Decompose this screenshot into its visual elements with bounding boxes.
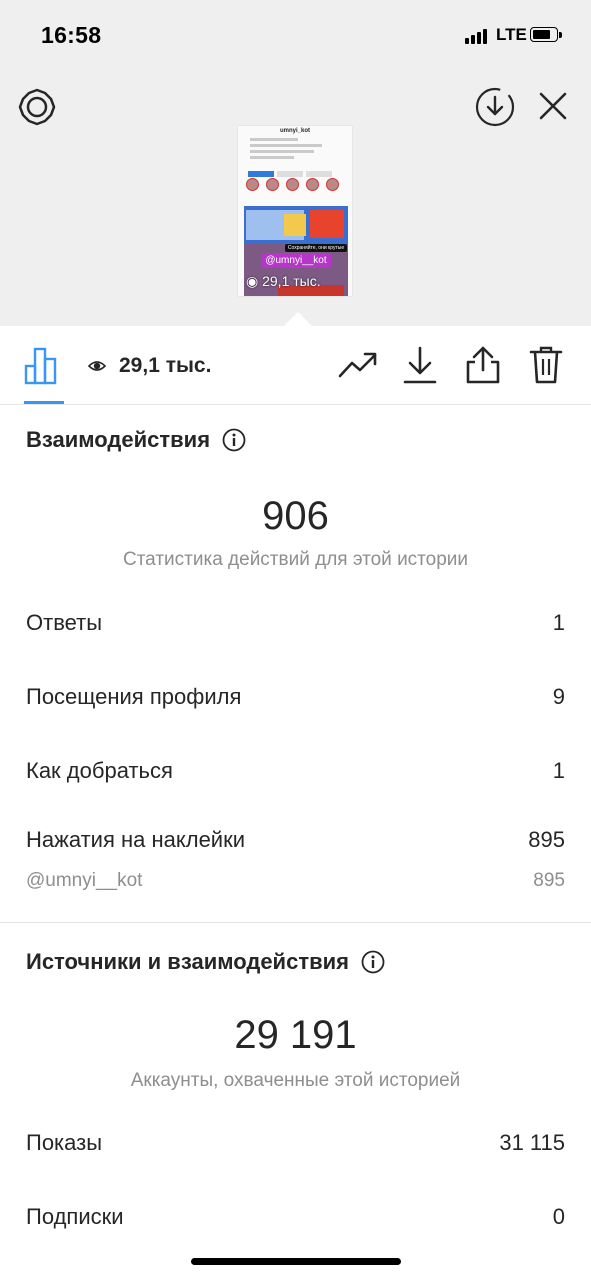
stat-label: @umnyi__kot — [26, 870, 143, 891]
info-icon[interactable] — [222, 428, 246, 452]
stat-label: Посещения профиля — [26, 684, 242, 709]
discovery-total: 29 191 — [234, 1013, 357, 1057]
views-summary: 29,1 тыс. — [88, 354, 211, 378]
views-count: 29,1 тыс. — [119, 354, 212, 377]
status-bar: 16:58 LTE — [0, 0, 591, 70]
share-button[interactable] — [462, 344, 504, 386]
save-story-button[interactable] — [473, 85, 517, 129]
interactions-title: Взаимодействия — [26, 427, 211, 452]
stat-label: Показы — [26, 1130, 103, 1155]
story-preview-area: 16:58 LTE umnyi_kot Сохраняйте, они крут… — [0, 0, 591, 326]
mention-sticker: @umnyi__kot — [261, 253, 331, 268]
interactions-caption: Статистика действий для этой истории — [122, 549, 469, 570]
stat-row-profile-visits[interactable]: Посещения профиля 9 — [26, 684, 565, 710]
stat-value: 895 — [528, 827, 565, 852]
download-icon — [403, 346, 437, 384]
stat-row-directions[interactable]: Как добраться 1 — [26, 758, 565, 784]
delete-button[interactable] — [525, 344, 567, 386]
thumbnail-caption-sticker: Сохраняйте, они крутые — [285, 244, 347, 252]
stat-label: Нажатия на наклейки — [26, 827, 246, 852]
bar-chart-icon — [24, 347, 57, 385]
discovery-header: Источники и взаимодействия — [26, 949, 385, 975]
stat-label: Подписки — [26, 1204, 124, 1229]
share-icon — [466, 346, 500, 384]
active-tab-indicator — [24, 401, 64, 404]
discovery-caption: Аккаунты, охваченные этой историей — [130, 1070, 461, 1091]
thumbnail-pointer — [284, 312, 312, 326]
status-time: 16:58 — [41, 22, 102, 48]
stat-value: 1 — [552, 758, 565, 783]
thumbnail-bio — [250, 138, 330, 162]
stat-row-replies[interactable]: Ответы 1 — [26, 610, 565, 636]
stat-row-follows[interactable]: Подписки 0 — [26, 1204, 565, 1230]
info-icon[interactable] — [361, 950, 385, 974]
interactions-header: Взаимодействия — [26, 427, 246, 453]
thumbnail-highlights — [246, 178, 346, 192]
settings-icon — [18, 88, 56, 126]
interactions-total: 906 — [262, 494, 329, 538]
thumbnail-username: umnyi_kot — [279, 128, 310, 134]
stat-subrow-mention[interactable]: @umnyi__kot 895 — [26, 870, 565, 892]
trend-icon — [338, 352, 377, 378]
story-thumbnail[interactable]: umnyi_kot Сохраняйте, они крутые @umnyi_… — [238, 126, 352, 296]
download-button[interactable] — [399, 344, 441, 386]
stat-value: 31 115 — [499, 1130, 565, 1155]
stat-value: 1 — [552, 610, 565, 635]
download-circle-icon — [475, 87, 515, 127]
promote-button[interactable] — [337, 344, 379, 386]
stat-label: Ответы — [26, 610, 103, 635]
insights-toolbar: 29,1 тыс. — [0, 326, 591, 405]
stat-value: 895 — [533, 870, 565, 891]
close-icon — [539, 92, 567, 120]
thumbnail-tabs — [248, 164, 342, 177]
thumbnail-views: ◉ 29,1 тыс. — [246, 273, 321, 289]
settings-button[interactable] — [16, 86, 58, 128]
trash-icon — [529, 346, 563, 384]
section-divider — [0, 922, 591, 923]
discovery-title: Источники и взаимодействия — [26, 949, 349, 974]
insights-tab[interactable] — [22, 346, 64, 386]
stat-value: 0 — [552, 1204, 565, 1229]
close-button[interactable] — [533, 86, 573, 126]
stat-row-impressions[interactable]: Показы 31 115 — [26, 1130, 565, 1156]
home-indicator[interactable] — [191, 1258, 401, 1265]
signal-icon — [465, 28, 491, 44]
carrier-label: LTE — [496, 25, 527, 44]
stat-value: 9 — [552, 684, 565, 709]
stat-row-sticker-taps[interactable]: Нажатия на наклейки 895 — [26, 827, 565, 853]
eye-icon — [88, 361, 106, 371]
stat-label: Как добраться — [26, 758, 173, 783]
battery-icon — [530, 27, 562, 44]
